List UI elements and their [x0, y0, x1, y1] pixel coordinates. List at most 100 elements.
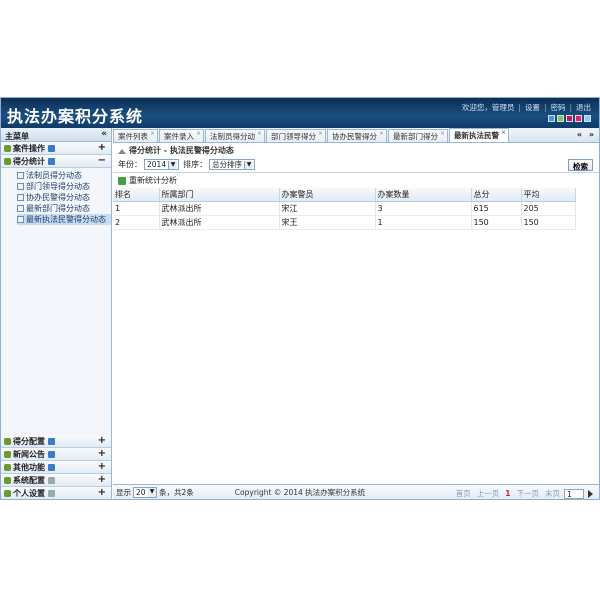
sidebar-group[interactable]: 新闻公告 +	[1, 448, 111, 461]
table-cell: 3	[375, 201, 472, 216]
close-icon[interactable]: ×	[501, 129, 506, 136]
app-window: 执法办案积分系统 欢迎您，管理员 | 设置 | 密码 | 退出 主菜单 « 案件操作 + 得分统…	[0, 97, 600, 500]
sidebar-group-label: 得分统计	[13, 156, 45, 166]
table-row[interactable]: 2 武林派出所 宋王 1 150 150	[113, 215, 576, 230]
page-icon	[17, 205, 24, 212]
welcome-text[interactable]: 欢迎您，管理员	[462, 103, 515, 112]
sort-label: 排序：	[183, 160, 208, 169]
badge-icon	[48, 144, 55, 152]
badge-icon	[48, 450, 55, 458]
column-header[interactable]: 办案数量	[375, 188, 472, 202]
year-value: 2014	[147, 160, 167, 169]
close-icon[interactable]: ×	[318, 130, 323, 137]
search-button[interactable]: 检索	[568, 159, 593, 171]
sidebar-subitem-label: 最新执法民警得分动态	[26, 215, 106, 224]
tab-label: 最新执法民警	[454, 131, 499, 140]
toggle-icon[interactable]: +	[98, 461, 106, 472]
sidebar-group-label: 系统配置	[13, 475, 45, 485]
sidebar-title: 主菜单	[5, 132, 29, 141]
table-cell: 1	[113, 201, 160, 216]
sidebar-subitem[interactable]: 部门领导得分动态	[17, 181, 111, 192]
tab-item[interactable]: 协办民警得分 ×	[327, 129, 387, 142]
folder-icon	[4, 144, 11, 152]
theme-swatch[interactable]	[566, 115, 573, 122]
tab-item[interactable]: 部门领导得分 ×	[266, 129, 326, 142]
table-cell: 武林派出所	[159, 215, 280, 230]
sort-value: 总分排序	[212, 160, 243, 169]
sidebar-subitem[interactable]: 最新部门得分动态	[17, 203, 111, 214]
toggle-icon[interactable]: +	[98, 142, 106, 153]
close-icon[interactable]: ×	[379, 130, 384, 137]
table-header-row: 排名 所属部门 办案警员 办案数量 总分 平均	[113, 188, 576, 202]
close-icon[interactable]: ×	[196, 130, 201, 137]
tab-scroll-icon[interactable]: « »	[577, 130, 596, 139]
tab-label: 案件列表	[118, 132, 148, 141]
sort-select[interactable]: 总分排序 ▼	[209, 159, 256, 170]
table-cell: 武林派出所	[159, 201, 280, 216]
collapse-sidebar-icon[interactable]: «	[101, 129, 107, 139]
sidebar-group-label: 其他功能	[13, 462, 45, 472]
sidebar-subitem[interactable]: 法制员得分动态	[17, 170, 111, 181]
sidebar-group[interactable]: 系统配置 +	[1, 474, 111, 487]
sidebar-group[interactable]: 其他功能 +	[1, 461, 111, 474]
column-header[interactable]: 办案警员	[279, 188, 376, 202]
table-row[interactable]: 1 武林派出所 宋江 3 615 205	[113, 201, 576, 216]
toggle-icon[interactable]: +	[98, 474, 106, 485]
toggle-icon[interactable]: −	[98, 155, 106, 166]
tab-item[interactable]: 案件录入 ×	[159, 129, 204, 142]
theme-swatch[interactable]	[575, 115, 582, 122]
theme-swatch[interactable]	[548, 115, 555, 122]
badge-icon	[48, 157, 55, 165]
page-icon	[17, 172, 24, 179]
folder-icon	[4, 437, 11, 445]
main-panel: 案件列表 × 案件录入 × 法制员得分动 × 部门领导得分 × 协办民警得分 × 最新部门得分 × 最新…	[113, 128, 599, 499]
sidebar-subitem[interactable]: 最新执法民警得分动态	[17, 214, 111, 225]
home-icon	[118, 147, 126, 154]
sidebar-group-label: 案件操作	[13, 143, 45, 153]
password-link[interactable]: 密码	[550, 103, 565, 112]
column-header[interactable]: 所属部门	[159, 188, 280, 202]
sidebar-subitem-label: 部门领导得分动态	[26, 182, 90, 191]
settings-link[interactable]: 设置	[525, 103, 540, 112]
year-select[interactable]: 2014 ▼	[144, 159, 180, 170]
sidebar-group-label: 新闻公告	[13, 449, 45, 459]
tab-item[interactable]: 案件列表 ×	[113, 129, 158, 142]
breadcrumb: 得分统计 - 执法民警得分动态	[113, 143, 599, 157]
close-icon[interactable]: ×	[440, 130, 445, 137]
breadcrumb-text: 得分统计 - 执法民警得分动态	[129, 145, 234, 155]
tab-item[interactable]: 最新部门得分 ×	[388, 129, 448, 142]
sidebar-group[interactable]: 案件操作 +	[1, 142, 111, 155]
tab-label: 案件录入	[164, 132, 194, 141]
sidebar-subitem[interactable]: 协办民警得分动态	[17, 192, 111, 203]
tab-label: 协办民警得分	[332, 132, 377, 141]
tab-item[interactable]: 法制员得分动 ×	[205, 129, 265, 142]
sidebar-group[interactable]: 得分统计 −	[1, 155, 111, 168]
column-header[interactable]: 平均	[521, 188, 576, 202]
column-header[interactable]: 排名	[113, 188, 160, 202]
badge-icon	[48, 476, 55, 484]
close-icon[interactable]: ×	[150, 130, 155, 137]
column-header[interactable]: 总分	[471, 188, 522, 202]
app-title: 执法办案积分系统	[7, 107, 144, 126]
page-icon	[17, 216, 24, 223]
badge-icon	[48, 437, 55, 445]
reanalyze-button[interactable]: 重新统计分析	[129, 175, 177, 186]
toggle-icon[interactable]: +	[98, 435, 106, 446]
close-icon[interactable]: ×	[257, 130, 262, 137]
table-cell: 150	[471, 215, 522, 230]
tab-label: 部门领导得分	[271, 132, 316, 141]
logout-link[interactable]: 退出	[576, 103, 591, 112]
tab-item[interactable]: 最新执法民警 ×	[449, 128, 509, 142]
sidebar-subitem-label: 法制员得分动态	[26, 171, 82, 180]
tab-bar: 案件列表 × 案件录入 × 法制员得分动 × 部门领导得分 × 协办民警得分 × 最新部门得分 × 最新…	[113, 128, 599, 143]
sidebar-subitems: 法制员得分动态 部门领导得分动态 协办民警得分动态 最新部门得分动态 最新执法民警得分动…	[1, 168, 111, 225]
sidebar-subitem-label: 协办民警得分动态	[26, 193, 90, 202]
toggle-icon[interactable]: +	[98, 448, 106, 459]
theme-swatch[interactable]	[584, 115, 591, 122]
refresh-icon	[118, 176, 126, 185]
theme-swatch[interactable]	[557, 115, 564, 122]
sidebar-group[interactable]: 得分配置 +	[1, 435, 111, 448]
toolbar: 重新统计分析	[113, 173, 599, 188]
year-label: 年份：	[118, 160, 142, 169]
table-cell: 宋江	[279, 201, 376, 216]
